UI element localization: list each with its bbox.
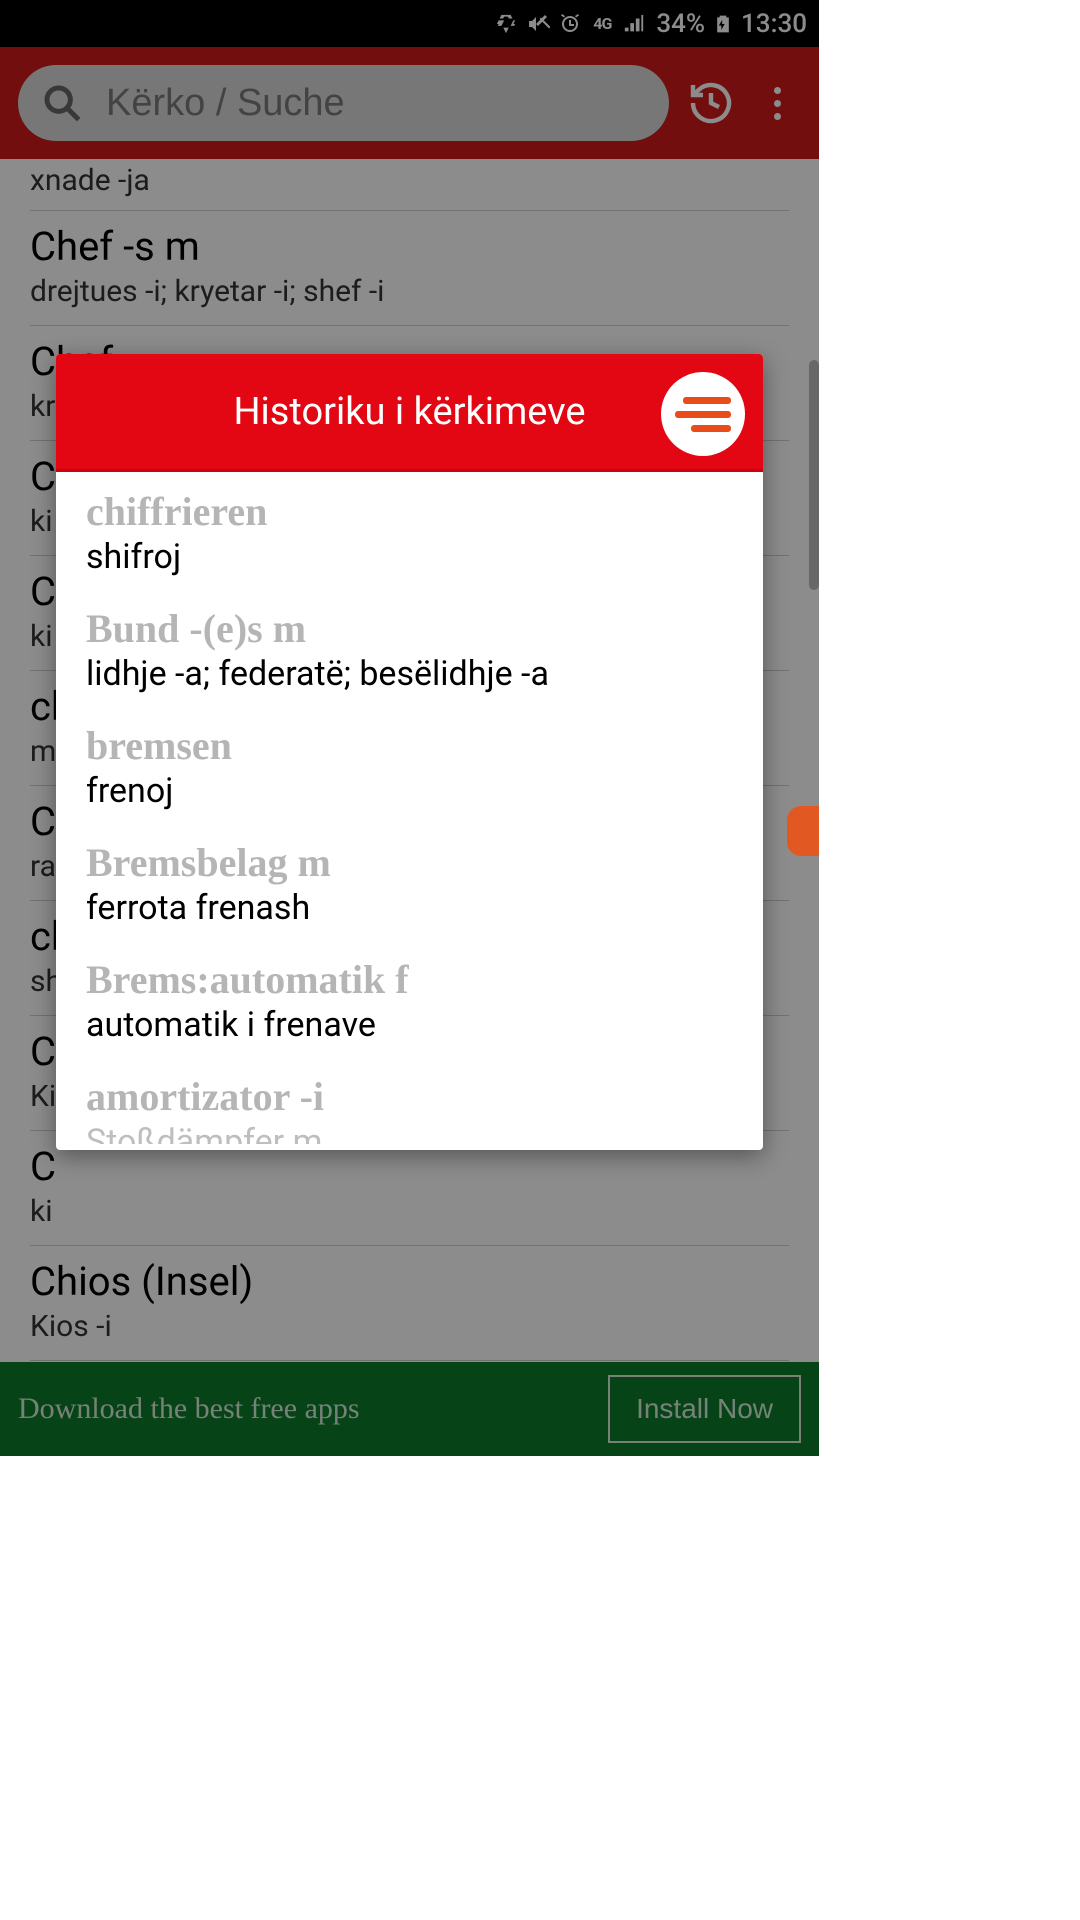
history-item[interactable]: chiffrieren shifroj <box>86 478 733 595</box>
history-translation: Stoßdämpfer m <box>86 1122 733 1144</box>
modal-title: Historiku i kërkimeve <box>233 390 585 434</box>
history-translation: frenoj <box>86 771 733 811</box>
search-history-modal: Historiku i kërkimeve chiffrieren shifro… <box>56 354 763 1150</box>
history-item[interactable]: Brems:automatik f automatik i frenave <box>86 946 733 1063</box>
history-item[interactable]: amortizator -i Stoßdämpfer m <box>86 1063 733 1150</box>
history-headword: Brems:automatik f <box>86 956 733 1003</box>
modal-header: Historiku i kërkimeve <box>56 354 763 472</box>
history-translation: shifroj <box>86 537 733 577</box>
menu-lines-icon <box>683 397 731 404</box>
history-translation: lidhje -a; federatë; besëlidhje -a <box>86 654 733 694</box>
history-translation: ferrota frenash <box>86 888 733 928</box>
history-item[interactable]: bremsen frenoj <box>86 712 733 829</box>
menu-lines-icon <box>675 411 731 418</box>
fast-scroll-thumb[interactable] <box>787 806 819 856</box>
history-list[interactable]: chiffrieren shifroj Bund -(e)s m lidhje … <box>56 472 763 1150</box>
screen: 4G 34% 13:30 xnade -ja Che <box>0 0 819 1456</box>
history-headword: amortizator -i <box>86 1073 733 1120</box>
history-item[interactable]: Bund -(e)s m lidhje -a; federatë; besëli… <box>86 595 733 712</box>
history-headword: chiffrieren <box>86 488 733 535</box>
history-headword: Bund -(e)s m <box>86 605 733 652</box>
history-translation: automatik i frenave <box>86 1005 733 1045</box>
history-headword: Bremsbelag m <box>86 839 733 886</box>
menu-lines-icon <box>691 425 731 432</box>
modal-menu-button[interactable] <box>661 372 745 456</box>
history-headword: bremsen <box>86 722 733 769</box>
history-item[interactable]: Bremsbelag m ferrota frenash <box>86 829 733 946</box>
